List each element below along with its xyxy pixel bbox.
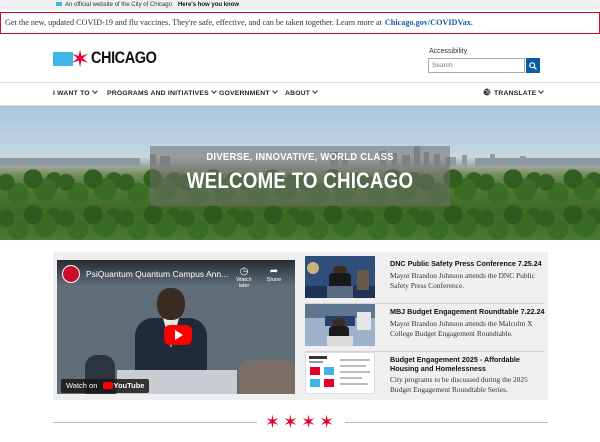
- divider-line: [53, 422, 257, 423]
- hero-banner: DIVERSE, INNOVATIVE, WORLD CLASS WELCOME…: [0, 106, 600, 240]
- chicago-stars-icon: ✶✶✶✶: [264, 412, 338, 432]
- video-background-figure: [239, 360, 295, 394]
- official-banner-text: An official website of the City of Chica…: [65, 2, 172, 8]
- play-button[interactable]: [164, 325, 192, 345]
- nav-label: PROGRAMS AND INITIATIVES: [107, 90, 209, 97]
- news-title[interactable]: MBJ Budget Engagement Roundtable 7.22.24: [390, 307, 545, 317]
- youtube-label: YouTube: [113, 381, 145, 390]
- video-title[interactable]: PsiQuantum Quantum Campus Ann...: [86, 269, 228, 279]
- translate-menu[interactable]: TRANSLATE: [483, 83, 545, 105]
- share-arrow-icon: ➦: [269, 266, 279, 277]
- stars-divider: ✶✶✶✶: [53, 412, 548, 432]
- news-description: Mayor Brandon Johnson attends the Malcol…: [390, 319, 533, 338]
- translate-label: TRANSLATE: [494, 90, 537, 97]
- nav-i-want-to[interactable]: I WANT TO: [53, 83, 98, 105]
- covid-vax-link[interactable]: Chicago.gov/COVIDVax.: [385, 18, 473, 27]
- nav-programs-and-initiatives[interactable]: PROGRAMS AND INITIATIVES: [107, 83, 217, 105]
- site-header: ✶ CHICAGO Accessibility: [0, 36, 600, 82]
- covid-vaccine-alert: Get the new, updated COVID-19 and flu va…: [0, 12, 600, 34]
- clock-icon: ◷: [239, 266, 249, 277]
- nav-about[interactable]: ABOUT: [285, 83, 319, 105]
- main-navigation: I WANT TO PROGRAMS AND INITIATIVES GOVER…: [0, 82, 600, 106]
- nav-label: GOVERNMENT: [219, 90, 270, 97]
- news-description: City programs to be discussed during the…: [390, 375, 528, 394]
- search-input[interactable]: [428, 58, 525, 73]
- youtube-video-player[interactable]: PsiQuantum Quantum Campus Ann... ◷ Watch …: [57, 260, 295, 394]
- divider-line: [345, 422, 548, 423]
- chevron-down-icon: [271, 88, 278, 94]
- search-icon: [529, 61, 537, 70]
- chevron-down-icon: [538, 88, 545, 94]
- watch-on-youtube-button[interactable]: Watch on YouTube: [61, 379, 150, 393]
- share-label: Share: [266, 277, 282, 283]
- news-thumbnail[interactable]: [305, 352, 375, 394]
- accessibility-link[interactable]: Accessibility: [429, 48, 467, 55]
- hero-headline: WELCOME TO CHICAGO: [186, 168, 414, 193]
- nav-label: ABOUT: [285, 90, 311, 97]
- chicago-logo[interactable]: ✶ CHICAGO: [53, 45, 166, 73]
- share-button[interactable]: ➦ Share: [263, 266, 285, 283]
- news-description: Mayor Brandon Johnson attends the DNC Pu…: [390, 271, 535, 290]
- news-thumbnail[interactable]: [305, 304, 375, 346]
- search-button[interactable]: [526, 58, 540, 73]
- budget-infographic-image: [306, 353, 374, 393]
- press-conference-image: [305, 256, 375, 298]
- logo-text: CHICAGO: [91, 49, 157, 67]
- news-thumbnail[interactable]: [305, 256, 375, 298]
- watch-later-label: Watch later: [236, 277, 252, 289]
- chicago-flag-icon: [56, 2, 62, 7]
- chevron-down-icon: [211, 88, 217, 94]
- youtube-logo-icon: [102, 381, 113, 389]
- chevron-down-icon: [312, 88, 319, 94]
- watch-later-button[interactable]: ◷ Watch later: [233, 266, 255, 289]
- hero-tagline: DIVERSE, INNOVATIVE, WORLD CLASS: [206, 151, 394, 163]
- news-title[interactable]: Budget Engagement 2025 - Affordable Hous…: [390, 355, 545, 373]
- channel-avatar-icon[interactable]: [62, 265, 80, 283]
- nav-government[interactable]: GOVERNMENT: [219, 83, 278, 105]
- chevron-down-icon: [91, 88, 98, 94]
- heres-how-you-know-link[interactable]: Here's how you know: [178, 2, 239, 8]
- featured-media-panel: PsiQuantum Quantum Campus Ann... ◷ Watch …: [53, 252, 548, 400]
- watch-on-label: Watch on: [66, 381, 98, 390]
- globe-icon: [483, 88, 491, 96]
- nav-label: I WANT TO: [53, 90, 90, 97]
- official-website-banner: An official website of the City of Chica…: [0, 0, 600, 10]
- logo-star-icon: ✶: [70, 45, 91, 73]
- news-title[interactable]: DNC Public Safety Press Conference 7.25.…: [390, 259, 545, 269]
- play-icon: [175, 330, 183, 340]
- alert-text: Get the new, updated COVID-19 and flu va…: [5, 18, 382, 27]
- roundtable-image: [305, 304, 375, 346]
